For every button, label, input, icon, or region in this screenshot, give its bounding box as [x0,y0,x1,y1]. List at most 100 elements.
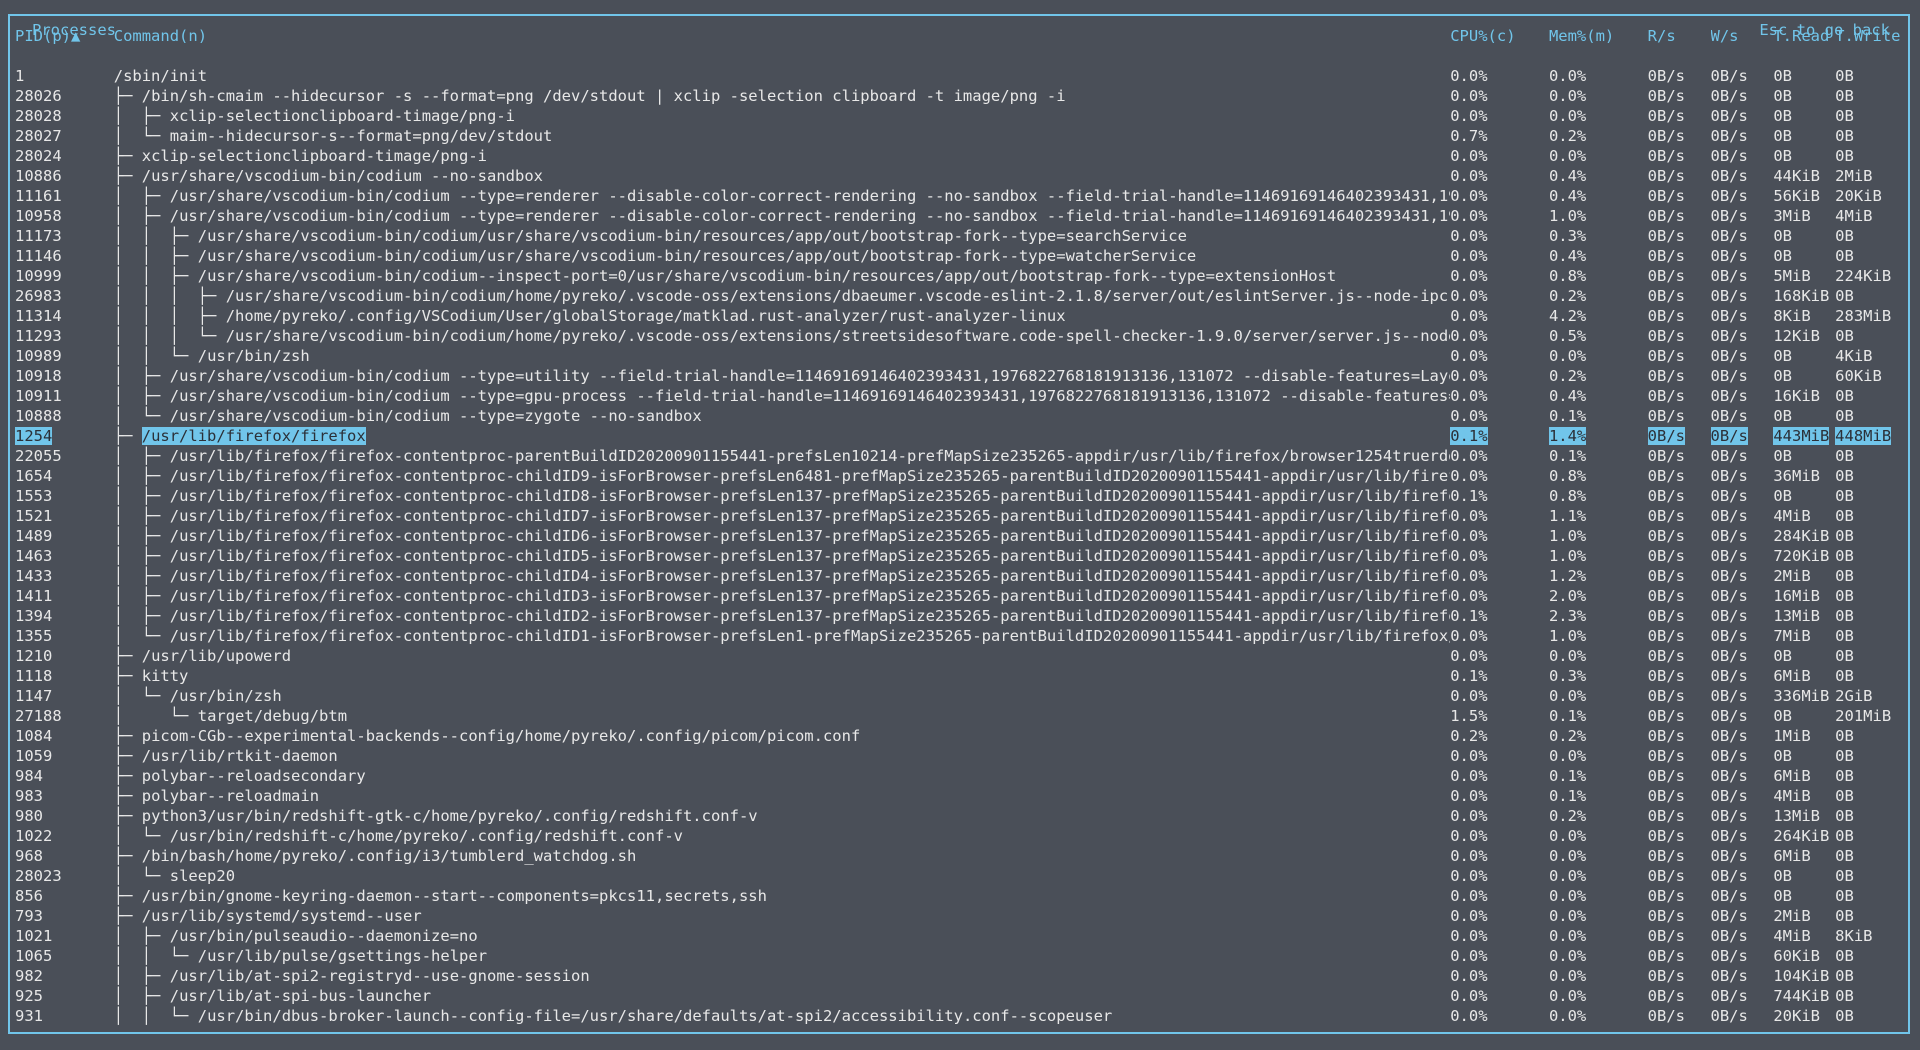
process-total-write: 0B [1835,586,1905,606]
table-row[interactable]: 968 ├─ /bin/bash/home/pyreko/.config/i3/t… [15,846,1905,866]
command-text: /usr/bin/pulseaudio--daemonize=no [169,927,478,945]
process-mem-value: 0.1% [1548,707,1587,725]
table-row[interactable]: 1065 │ │ └─ /usr/lib/pulse/gsettings-help… [15,946,1905,966]
table-row[interactable]: 980 ├─ python3/usr/bin/redshift-gtk-c/hom… [15,806,1905,826]
process-total-read: 2MiB [1773,906,1835,926]
process-write-rate: 0B/s [1711,606,1774,626]
tree-branch: │ └─ [113,627,170,645]
command-text: /usr/lib/rtkit-daemon [141,747,338,765]
table-row[interactable]: 1355 │ └─ /usr/lib/firefox/firefox-conten… [15,626,1905,646]
table-row[interactable]: 982 │ ├─ /usr/lib/at-spi2-registryd--use-… [15,966,1905,986]
table-row[interactable]: 28026 ├─ /bin/sh-cmaim --hidecursor -s --… [15,86,1905,106]
process-pid: 10958 [15,206,114,226]
tree-branch: │ │ └─ [113,347,198,365]
process-total-write-value: 0B [1835,107,1854,125]
process-write-rate-value: 0B/s [1710,367,1748,385]
table-row[interactable]: 856 ├─ /usr/bin/gnome-keyring-daemon--sta… [15,886,1905,906]
column-header-pid[interactable]: PID(p)▲ [15,26,114,46]
process-pid: 1059 [15,746,114,766]
column-header-total-write[interactable]: T.Write [1835,26,1905,46]
table-row[interactable]: 1463 │ ├─ /usr/lib/firefox/firefox-conten… [15,546,1905,566]
table-row[interactable]: 10888 │ └─ /usr/share/vscodium-bin/codium… [15,406,1905,426]
table-row[interactable]: 10886 ├─ /usr/share/vscodium-bin/codium -… [15,166,1905,186]
table-row[interactable]: 1433 │ ├─ /usr/lib/firefox/firefox-conten… [15,566,1905,586]
table-row[interactable]: 793 ├─ /usr/lib/systemd/systemd--user 0.0%… [15,906,1905,926]
table-row[interactable]: 1394 │ ├─ /usr/lib/firefox/firefox-conten… [15,606,1905,626]
tree-branch: │ │ ├─ [113,247,198,265]
process-read-rate-value: 0B/s [1647,987,1685,1005]
table-row[interactable]: 11146 │ │ ├─ /usr/share/vscodium-bin/codi… [15,246,1905,266]
table-row[interactable]: 10958 │ ├─ /usr/share/vscodium-bin/codium… [15,206,1905,226]
process-pid-value: 10886 [15,167,62,185]
process-pid-value: 793 [15,907,43,925]
process-command: │ ├─ /usr/lib/firefox/firefox-contentpro… [114,486,1450,506]
command-text: /usr/share/vscodium-bin/codium --type=re… [169,207,1451,225]
table-row[interactable]: 22055 │ ├─ /usr/lib/firefox/firefox-conte… [15,446,1905,466]
table-row[interactable]: 1021 │ ├─ /usr/bin/pulseaudio--daemonize=… [15,926,1905,946]
table-row[interactable]: 10911 │ ├─ /usr/share/vscodium-bin/codium… [15,386,1905,406]
process-write-rate: 0B/s [1711,806,1774,826]
table-row[interactable]: 11293 │ │ │ └─ /usr/share/vscodium-bin/co… [15,326,1905,346]
table-row[interactable]: 11161 │ ├─ /usr/share/vscodium-bin/codium… [15,186,1905,206]
table-row[interactable]: 11173 │ │ ├─ /usr/share/vscodium-bin/codi… [15,226,1905,246]
table-row[interactable]: 984 ├─ polybar--reloadsecondary 0.0% 0.1% 0B… [15,766,1905,786]
table-row[interactable]: 1118 ├─ kitty 0.1% 0.3% 0B/s 0B/s 6MiB 0B [15,666,1905,686]
table-row[interactable]: 983 ├─ polybar--reloadmain 0.0% 0.1% 0B/s 0B/… [15,786,1905,806]
column-header-command[interactable]: Command(n) [114,26,1450,46]
table-row[interactable]: 27188 │ └─ target/debug/btm 1.5% 0.1% 0B/s 0B… [15,706,1905,726]
process-cpu: 0.1% [1450,606,1549,626]
process-cpu: 0.0% [1450,586,1549,606]
table-row[interactable]: 28024 ├─ xclip-selectionclipboard-timage/… [15,146,1905,166]
process-command: │ ├─ /usr/lib/firefox/firefox-contentpro… [114,546,1450,566]
table-row[interactable]: 10999 │ │ ├─ /usr/share/vscodium-bin/codi… [15,266,1905,286]
table-row[interactable]: 28028 │ ├─ xclip-selectionclipboard-timag… [15,106,1905,126]
process-cpu: 0.0% [1450,266,1549,286]
table-row[interactable]: 1147 │ └─ /usr/bin/zsh 0.0% 0.0% 0B/s 0B/s 336… [15,686,1905,706]
table-row[interactable]: 10918 │ ├─ /usr/share/vscodium-bin/codium… [15,366,1905,386]
process-total-write-value: 448MiB [1835,427,1892,445]
process-write-rate-value: 0B/s [1710,167,1748,185]
table-row[interactable]: 1411 │ ├─ /usr/lib/firefox/firefox-conten… [15,586,1905,606]
table-row[interactable]: 11314 │ │ │ ├─ /home/pyreko/.config/VSCod… [15,306,1905,326]
column-header-write-rate[interactable]: W/s [1711,26,1774,46]
table-row[interactable]: 1654 │ ├─ /usr/lib/firefox/firefox-conten… [15,466,1905,486]
process-read-rate-value: 0B/s [1647,887,1685,905]
process-cpu-value: 0.0% [1450,847,1488,865]
process-table[interactable]: PID(p)▲ Command(n) CPU%(c) Mem%(m) R/s W… [15,26,1905,1026]
table-row[interactable]: 28023 │ └─ sleep20 0.0% 0.0% 0B/s 0B/s 0B 0B [15,866,1905,886]
process-cpu-value: 0.0% [1450,1007,1488,1025]
process-command: │ └─ /usr/bin/zsh [114,686,1450,706]
column-header-cpu[interactable]: CPU%(c) [1450,26,1549,46]
table-row[interactable]: 1210 ├─ /usr/lib/upowerd 0.0% 0.0% 0B/s 0B/s 0… [15,646,1905,666]
column-header-read-rate[interactable]: R/s [1648,26,1711,46]
table-row[interactable]: 1521 │ ├─ /usr/lib/firefox/firefox-conten… [15,506,1905,526]
table-row[interactable]: 28027 │ └─ maim--hidecursor-s--format=png… [15,126,1905,146]
process-pid-value: 22055 [15,447,62,465]
command-text: /usr/lib/firefox/firefox-contentproc-chi… [169,527,1451,545]
table-row[interactable]: 925 │ ├─ /usr/lib/at-spi-bus-launcher 0.0%… [15,986,1905,1006]
table-row[interactable]: 1059 ├─ /usr/lib/rtkit-daemon 0.0% 0.0% 0B/s… [15,746,1905,766]
table-row[interactable]: 1022 │ └─ /usr/bin/redshift-c/home/pyreko… [15,826,1905,846]
command-text: /usr/bin/dbus-broker-launch--config-file… [197,1007,1113,1025]
table-row[interactable]: 26983 │ │ │ ├─ /usr/share/vscodium-bin/co… [15,286,1905,306]
process-total-read-value: 104KiB [1773,967,1830,985]
process-write-rate: 0B/s [1711,306,1774,326]
column-header-mem[interactable]: Mem%(m) [1549,26,1648,46]
table-row[interactable]: 1489 │ ├─ /usr/lib/firefox/firefox-conten… [15,526,1905,546]
table-row[interactable]: 931 │ │ └─ /usr/bin/dbus-broker-launch--c… [15,1006,1905,1026]
process-cpu: 0.0% [1450,966,1549,986]
process-cpu-value: 0.0% [1450,307,1488,325]
table-row[interactable]: 1/sbin/init 0.0% 0.0% 0B/s 0B/s 0B 0B [15,66,1905,86]
table-row[interactable]: 1084 ├─ picom-CGb--experimental-backends-… [15,726,1905,746]
table-row[interactable]: 1553 │ ├─ /usr/lib/firefox/firefox-conten… [15,486,1905,506]
table-row[interactable]: 10989 │ │ └─ /usr/bin/zsh 0.0% 0.0% 0B/s 0B/s… [15,346,1905,366]
process-total-read: 0B [1773,86,1835,106]
table-row-selected[interactable]: 1254 ├─ /usr/lib/firefox/firefox 0.1% 1.4% 0… [15,426,1905,446]
process-pid-value: 1210 [15,647,53,665]
process-write-rate-value: 0B/s [1710,547,1748,565]
process-cpu: 0.0% [1450,926,1549,946]
process-total-write: 0B [1835,146,1905,166]
process-mem-value: 0.2% [1548,127,1587,145]
process-rows: 1/sbin/init 0.0% 0.0% 0B/s 0B/s 0B 0B 28026 ├─ /… [15,66,1905,1026]
column-header-total-read[interactable]: T.Read [1773,26,1835,46]
